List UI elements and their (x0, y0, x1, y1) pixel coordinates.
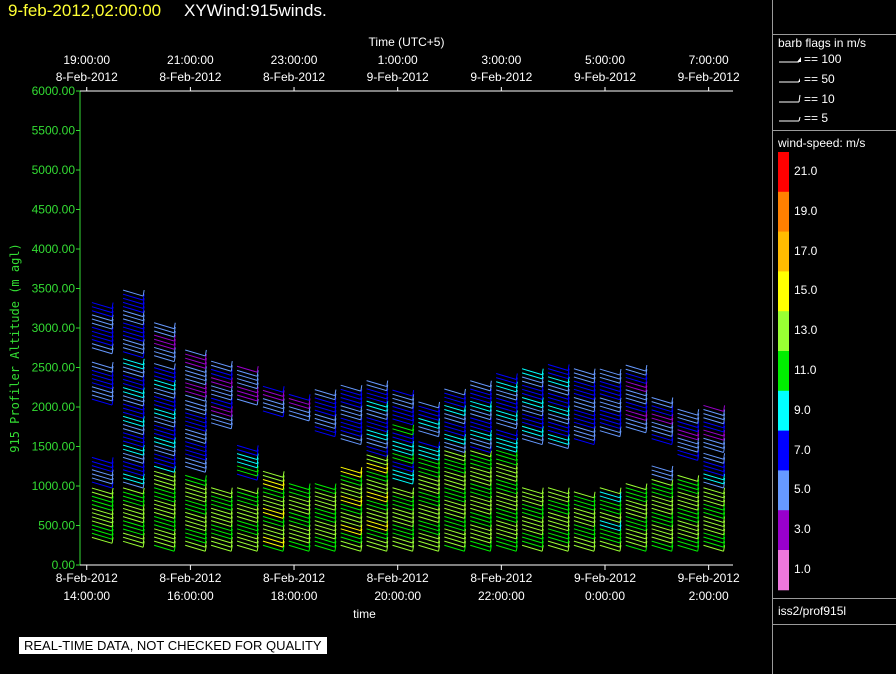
colorbar-swatch (778, 470, 789, 511)
colorbar-label: 19.0 (794, 203, 818, 218)
barb-legend-5: == 5 (804, 111, 829, 125)
y-tick-label: 1500.00 (32, 440, 76, 454)
x-tick-date-label: 8-Feb-2012 (263, 571, 325, 585)
x-tick-time-label: 14:00:00 (63, 589, 110, 603)
x-tick-time-label: 20:00:00 (374, 589, 421, 603)
top-tick-date-label: 9-Feb-2012 (470, 70, 532, 84)
top-tick-date-label: 9-Feb-2012 (367, 70, 429, 84)
colorbar-label: 17.0 (794, 243, 818, 258)
quality-note: REAL-TIME DATA, NOT CHECKED FOR QUALITY (19, 637, 327, 654)
y-tick-label: 4500.00 (32, 203, 76, 217)
y-tick-label: 3000.00 (32, 321, 76, 335)
top-tick-date-label: 8-Feb-2012 (56, 70, 118, 84)
legend-divider (773, 598, 896, 599)
x-tick-date-label: 8-Feb-2012 (367, 571, 429, 585)
data-source-label: iss2/prof915l (778, 604, 847, 618)
barb-legend-flag-5 (798, 116, 801, 122)
y-tick-label: 4000.00 (32, 242, 76, 256)
x-tick-date-label: 8-Feb-2012 (159, 571, 221, 585)
x-tick-time-label: 18:00:00 (271, 589, 318, 603)
y-tick-label: 2500.00 (32, 361, 76, 375)
colorbar-swatch (778, 351, 789, 392)
colorbar-label: 9.0 (794, 402, 811, 417)
y-tick-label: 5000.00 (32, 163, 76, 177)
top-tick-time-label: 3:00:00 (481, 53, 521, 67)
y-tick-label: 0.00 (52, 558, 76, 572)
x-tick-date-label: 8-Feb-2012 (56, 571, 118, 585)
x-tick-time-label: 0:00:00 (585, 589, 625, 603)
y-tick-label: 6000.00 (32, 84, 76, 98)
barb-legend-50: == 50 (804, 72, 835, 86)
x-tick-date-label: 9-Feb-2012 (574, 571, 636, 585)
wind-profiler-chart: 0.00 500.00 1000.00 1500.00 2000.00 2500.00 30… (8, 35, 801, 621)
colorbar-label: 3.0 (794, 522, 811, 537)
colorbar-label: 13.0 (794, 323, 818, 338)
top-tick-time-label: 1:00:00 (378, 53, 418, 67)
top-tick-time-label: 19:00:00 (63, 53, 110, 67)
top-axis-label: Time (UTC+5) (369, 35, 445, 49)
top-tick-time-label: 5:00:00 (585, 53, 625, 67)
colorbar-swatch (778, 510, 789, 551)
colorbar-swatch (778, 390, 789, 432)
colorbar-swatch (778, 271, 789, 312)
top-tick-time-label: 21:00:00 (167, 53, 214, 67)
colorbar-label: 1.0 (794, 562, 811, 576)
colorbar-label: 21.0 (794, 164, 818, 178)
y-tick-label: 3500.00 (32, 282, 76, 296)
colorbar-swatch (778, 231, 789, 272)
y-tick-label: 1000.00 (32, 479, 76, 493)
colorbar-label: 5.0 (794, 482, 811, 497)
x-tick-date-label: 8-Feb-2012 (470, 571, 532, 585)
x-tick-time-label: 16:00:00 (167, 589, 214, 603)
colorbar-swatch (778, 191, 789, 233)
x-axis-label: time (353, 607, 376, 621)
legend-divider (773, 624, 896, 625)
barb-legend-flag-50 (798, 78, 800, 82)
colorbar-label: 11.0 (794, 363, 817, 377)
y-tick-label: 5500.00 (32, 124, 76, 138)
legend-divider (773, 130, 896, 131)
x-tick-time-label: 2:00:00 (689, 589, 729, 603)
colorbar-swatch (778, 550, 789, 591)
x-tick-time-label: 22:00:00 (478, 589, 525, 603)
y-tick-label: 500.00 (38, 519, 75, 533)
colorbar-swatch (778, 311, 789, 352)
colorbar-swatch (778, 152, 789, 193)
top-tick-time-label: 7:00:00 (689, 53, 729, 67)
barb-legend-flag-10 (798, 94, 801, 103)
top-tick-date-label: 9-Feb-2012 (678, 70, 740, 84)
colorbar-label: 7.0 (794, 442, 811, 457)
barb-legend-title: barb flags in m/s (778, 36, 867, 50)
top-tick-date-label: 8-Feb-2012 (263, 70, 325, 84)
colorbar-swatch (778, 430, 789, 471)
barb-legend-10: == 10 (804, 92, 835, 106)
colorbar-label: 15.0 (794, 283, 818, 298)
barb-legend-flag-100 (797, 57, 801, 62)
y-axis-label: 915 Profiler Altitude (m agl) (8, 243, 22, 453)
top-tick-date-label: 8-Feb-2012 (159, 70, 221, 84)
y-tick-label: 2000.00 (32, 400, 76, 414)
barb-legend-100: == 100 (804, 52, 842, 66)
top-tick-time-label: 23:00:00 (271, 53, 318, 67)
legend-divider (773, 34, 896, 35)
speed-legend-title: wind-speed: m/s (778, 136, 866, 150)
top-tick-date-label: 9-Feb-2012 (574, 70, 636, 84)
x-tick-date-label: 9-Feb-2012 (678, 571, 740, 585)
legend-separator (772, 0, 773, 674)
